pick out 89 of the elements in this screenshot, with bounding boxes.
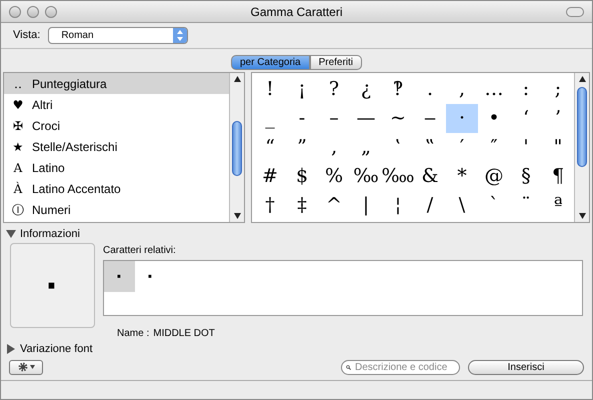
category-item[interactable]: A Latino bbox=[4, 157, 229, 178]
category-item[interactable]: ✠ Croci bbox=[4, 115, 229, 136]
section-label: Variazione font bbox=[20, 342, 93, 357]
character-cell[interactable]: ~ bbox=[382, 104, 414, 133]
window-control-button[interactable] bbox=[45, 6, 57, 18]
character-cell[interactable]: ‚ bbox=[318, 133, 350, 162]
character-cell[interactable]: • bbox=[478, 104, 510, 133]
character-cell[interactable]: ^ bbox=[318, 191, 350, 220]
scrollbar[interactable] bbox=[574, 73, 589, 222]
related-label: Caratteri relativi: bbox=[103, 244, 177, 258]
character-cell[interactable]: _ bbox=[254, 104, 286, 133]
character-cell[interactable]: “ bbox=[254, 133, 286, 162]
character-cell[interactable]: / bbox=[414, 191, 446, 220]
character-cell[interactable]: % bbox=[318, 162, 350, 191]
caret-icon bbox=[30, 365, 34, 369]
character-cell[interactable]: ¨ bbox=[510, 191, 542, 220]
character-cell[interactable]: , bbox=[446, 75, 478, 104]
search-icon bbox=[346, 362, 351, 372]
character-cell[interactable]: — bbox=[350, 104, 382, 133]
character-cell[interactable]: ‰ bbox=[350, 162, 382, 191]
insert-button[interactable]: Inserisci bbox=[468, 360, 584, 374]
category-item[interactable]: ‥ Punteggiatura bbox=[4, 73, 229, 94]
window-control-button[interactable] bbox=[9, 6, 21, 18]
character-cell[interactable]: | bbox=[350, 191, 382, 220]
related-character[interactable]: · bbox=[135, 261, 166, 292]
window-title: Gamma Caratteri bbox=[250, 4, 343, 20]
character-cell[interactable]: … bbox=[478, 75, 510, 104]
character-cell[interactable]: : bbox=[510, 75, 542, 104]
character-cell[interactable]: ; bbox=[542, 75, 574, 104]
character-cell[interactable]: $ bbox=[286, 162, 318, 191]
scroll-down-icon[interactable] bbox=[578, 213, 586, 219]
character-cell[interactable]: ‟ bbox=[414, 133, 446, 162]
search-field[interactable]: Descrizione e codice bbox=[341, 360, 460, 374]
view-label: Vista: bbox=[13, 28, 40, 44]
character-cell[interactable]: \ bbox=[446, 191, 478, 220]
name-label: Name : bbox=[117, 327, 150, 341]
character-cell[interactable]: ! bbox=[254, 75, 286, 104]
character-cell[interactable]: ? bbox=[318, 75, 350, 104]
character-cell[interactable]: ’ bbox=[542, 104, 574, 133]
scroll-up-icon[interactable] bbox=[578, 76, 586, 82]
character-cell[interactable]: * bbox=[446, 162, 478, 191]
character-cell[interactable]: „ bbox=[350, 133, 382, 162]
character-cell[interactable]: ‘ bbox=[510, 104, 542, 133]
category-item[interactable]: Ⓘ Numeri bbox=[4, 199, 229, 220]
character-cell[interactable]: · bbox=[446, 104, 478, 133]
character-cell[interactable]: ¡ bbox=[286, 75, 318, 104]
dropdown-arrows-icon bbox=[173, 28, 188, 43]
character-cell[interactable]: ‽ bbox=[382, 75, 414, 104]
character-cell[interactable]: & bbox=[414, 162, 446, 191]
category-item[interactable]: À Latino Accentato bbox=[4, 178, 229, 199]
character-cell[interactable]: ″ bbox=[478, 133, 510, 162]
character-cell[interactable]: ¦ bbox=[382, 191, 414, 220]
character-name: MIDDLE DOT bbox=[153, 327, 215, 341]
tab[interactable]: Preferiti bbox=[310, 55, 362, 70]
scroll-down-icon[interactable] bbox=[234, 213, 240, 219]
related-character[interactable]: · bbox=[104, 261, 135, 292]
character-cell[interactable]: † bbox=[254, 191, 286, 220]
character-cell[interactable]: ‛ bbox=[382, 133, 414, 162]
category-item[interactable]: ♥ Altri bbox=[4, 94, 229, 115]
toolbar-toggle-button[interactable] bbox=[566, 6, 584, 16]
scroll-up-icon[interactable] bbox=[234, 76, 240, 82]
character-cell[interactable]: . bbox=[414, 75, 446, 104]
character-cell[interactable]: ′ bbox=[446, 133, 478, 162]
character-cell[interactable]: § bbox=[510, 162, 542, 191]
section-label: Informazioni bbox=[20, 226, 80, 242]
expanded-triangle-icon[interactable] bbox=[6, 229, 16, 239]
character-cell[interactable]: ‡ bbox=[286, 191, 318, 220]
collapsed-triangle-icon[interactable] bbox=[6, 344, 16, 354]
tab[interactable]: per Categoria bbox=[230, 55, 310, 70]
character-cell[interactable]: ” bbox=[286, 133, 318, 162]
character-cell[interactable]: ‐ bbox=[286, 104, 318, 133]
character-cell[interactable]: ¶ bbox=[542, 162, 574, 191]
character-cell[interactable]: ª bbox=[542, 191, 574, 220]
character-cell[interactable]: ` bbox=[478, 191, 510, 220]
character-preview: · bbox=[10, 243, 95, 328]
character-cell[interactable]: ¿ bbox=[350, 75, 382, 104]
character-cell[interactable]: ‒ bbox=[414, 104, 446, 133]
character-cell[interactable]: " bbox=[542, 133, 574, 162]
character-cell[interactable]: @ bbox=[478, 162, 510, 191]
character-cell[interactable]: ' bbox=[510, 133, 542, 162]
view-dropdown[interactable]: Roman bbox=[48, 27, 188, 44]
scrollbar[interactable] bbox=[229, 73, 244, 222]
gear-icon bbox=[18, 362, 28, 372]
window-control-button[interactable] bbox=[27, 6, 39, 18]
character-cell[interactable]: # bbox=[254, 162, 286, 191]
character-cell[interactable]: ‱ bbox=[382, 162, 414, 191]
gear-menu-button[interactable] bbox=[9, 360, 43, 374]
character-cell[interactable]: – bbox=[318, 104, 350, 133]
category-item[interactable]: ★ Stelle/Asterischi bbox=[4, 136, 229, 157]
